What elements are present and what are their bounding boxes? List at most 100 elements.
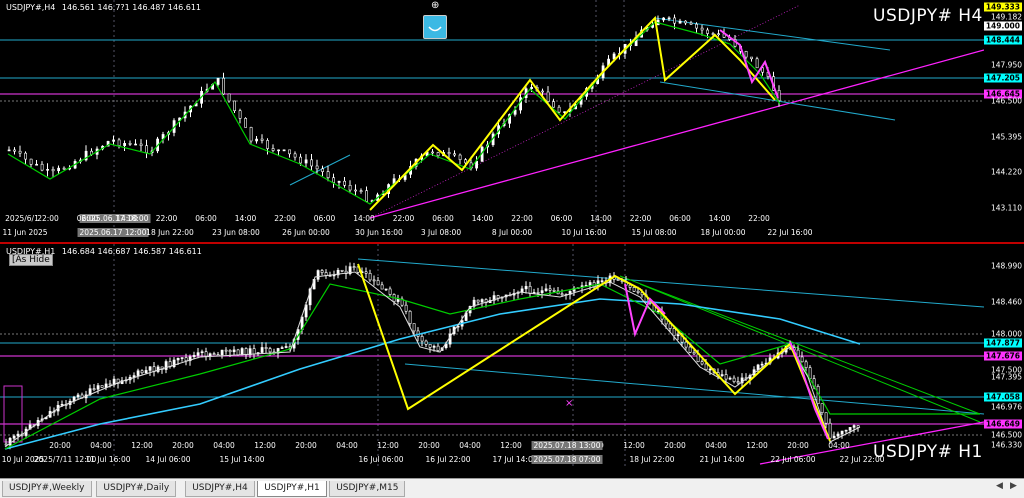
chart-pane-h1[interactable]: × USDJPY#,H1 146.684 146.687 146.587 146… — [0, 242, 1024, 479]
price-label: 148.460 — [990, 297, 1022, 307]
candle-body — [228, 350, 232, 353]
hide-button[interactable]: [As Hide — [9, 254, 53, 266]
scroll-left-icon[interactable]: ◀ — [996, 481, 1003, 491]
time-label: 12:00 — [623, 441, 645, 450]
chart-pane-h4[interactable]: ⊕ USDJPY#,H4 146.561 146.7?1 146.487 146… — [0, 0, 1024, 242]
candle-body — [560, 293, 564, 296]
time-label: 06:00 — [195, 214, 217, 223]
candle-body — [372, 279, 376, 282]
candle-body — [343, 180, 347, 186]
chart-tab-bar: ◀ ▶ USDJPY#,Weekly USDJPY#,Daily USDJPY#,H… — [0, 478, 1024, 498]
candle-body — [662, 17, 666, 21]
time-label: 04:00 — [336, 441, 358, 450]
candle-body — [530, 87, 534, 89]
candle-body — [756, 364, 760, 370]
candle-body — [755, 58, 759, 69]
time-axis-h4[interactable]: 2025/6/1 11 Jun 2025 2025.06.17 18:00 2025.… — [0, 214, 984, 240]
candle-body — [824, 412, 828, 424]
candle-body — [688, 346, 692, 353]
price-axis-h1[interactable]: 148.990 148.460 148.000 147.877 147.676 147.5… — [983, 244, 1024, 479]
time-label: 22 Jul 22:00 — [839, 455, 885, 464]
candle-body — [695, 23, 699, 29]
time-label: 8 Jul 00:00 — [491, 228, 533, 237]
arrow-down-icon: ⊕ — [431, 0, 439, 11]
candles-h1[interactable]: × — [0, 244, 984, 466]
price-label: 146.500 — [990, 96, 1022, 106]
candle-body — [354, 189, 358, 192]
time-axis-h1[interactable]: 10 Jul 2025 2025/7/11 12:00 11 Jul 16:00 14… — [0, 441, 984, 467]
tab-h4[interactable]: USDJPY#,H4 — [185, 481, 255, 497]
candle-body — [536, 292, 540, 294]
time-label: 18 Jul 00:00 — [700, 228, 746, 237]
candle-body — [224, 349, 228, 352]
candle-body — [260, 347, 264, 353]
time-label: 04:00 — [90, 441, 112, 450]
candle-body — [156, 366, 160, 372]
candle-body — [35, 163, 39, 166]
candle-body — [404, 304, 408, 312]
time-label: 14:00 — [590, 214, 612, 223]
symbol-label: USDJPY#,H4 — [6, 3, 56, 12]
candle-body — [836, 433, 840, 437]
price-label: 149.182 — [990, 12, 1022, 22]
candle-body — [476, 299, 480, 303]
candle-body — [136, 370, 140, 376]
time-label: 22:00 — [155, 214, 178, 223]
time-label: 22 Jul 16:00 — [767, 228, 813, 237]
candle-body — [475, 160, 479, 169]
candle-body — [428, 344, 432, 348]
candle-body — [689, 22, 693, 25]
price-axis-h4[interactable]: 149.333 149.182 149.000 148.444 147.950 147.2… — [983, 0, 1024, 242]
scroll-right-icon[interactable]: ▶ — [1010, 481, 1017, 491]
candle-body — [46, 169, 50, 171]
candle-body — [365, 190, 369, 202]
candle-body — [352, 266, 356, 268]
tab-h1[interactable]: USDJPY#,H1 — [257, 481, 327, 497]
tab-m15[interactable]: USDJPY#,M15 — [329, 481, 406, 497]
time-label: 20:00 — [418, 441, 440, 450]
candle-body — [321, 168, 325, 172]
candle-body — [196, 352, 200, 356]
candle-body — [316, 270, 320, 280]
price-label: 149.000 — [983, 21, 1022, 31]
candle-body — [76, 394, 80, 398]
candle-body — [112, 139, 116, 142]
candle-body — [240, 348, 244, 356]
price-label: 146.500 — [990, 430, 1022, 440]
candles-h4[interactable]: ⊕ — [0, 0, 984, 230]
candle-body — [200, 351, 204, 354]
candle-body — [750, 56, 754, 60]
candle-body — [212, 353, 216, 355]
time-label: 10 Jul 16:00 — [561, 228, 607, 237]
tab-daily[interactable]: USDJPY#,Daily — [96, 481, 177, 497]
time-label: 11 Jul 16:00 — [85, 455, 131, 464]
smile-icon[interactable] — [423, 15, 447, 39]
trend-line — [619, 275, 981, 415]
candle-body — [600, 280, 604, 282]
candle-body — [184, 357, 188, 362]
candle-body — [29, 158, 33, 165]
candle-body — [271, 148, 275, 151]
candle-body — [420, 336, 424, 342]
candle-body — [408, 310, 412, 324]
time-label: 22:00 — [748, 214, 770, 223]
time-label: 18 Jul 22:00 — [629, 455, 675, 464]
candle-body — [144, 370, 148, 374]
candle-body — [148, 366, 152, 371]
time-label: 14:00 — [116, 214, 138, 223]
candle-body — [546, 91, 550, 102]
candle-body — [180, 357, 184, 359]
candle-body — [232, 349, 236, 353]
candle-body — [720, 374, 724, 376]
tab-weekly[interactable]: USDJPY#,Weekly — [2, 481, 92, 497]
candle-body — [326, 171, 330, 179]
price-label: 145.395 — [990, 132, 1022, 142]
time-label: 22:00 — [511, 214, 533, 223]
candle-body — [432, 345, 436, 348]
candle-body — [348, 184, 352, 191]
candle-body — [204, 351, 208, 357]
candle-body — [128, 143, 132, 145]
candle-body — [453, 153, 457, 156]
candle-body — [139, 143, 143, 146]
candle-body — [252, 348, 256, 355]
